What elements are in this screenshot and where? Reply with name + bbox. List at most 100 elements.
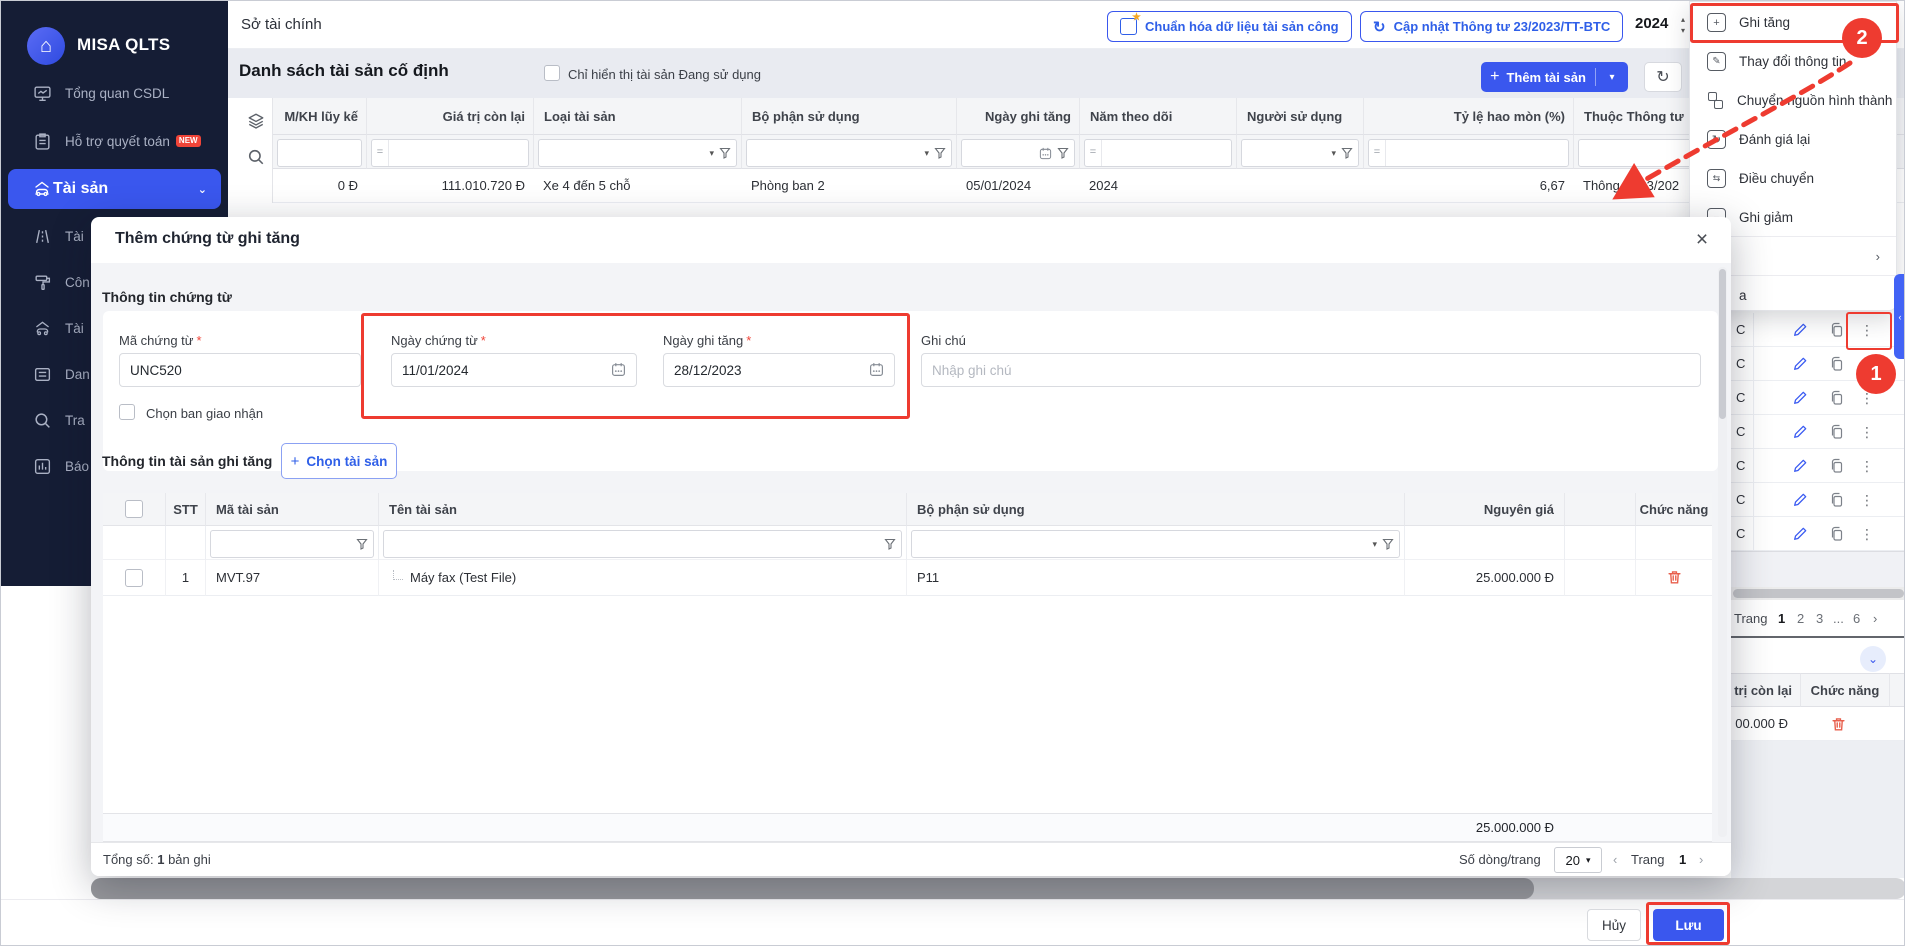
edit-pencil-icon[interactable] xyxy=(1791,321,1809,339)
column-header-increase-date[interactable]: Ngày ghi tăng xyxy=(956,98,1079,135)
scrollbar-thumb[interactable] xyxy=(1733,589,1904,598)
filter-input-depreciation[interactable]: = xyxy=(1368,139,1569,167)
search-icon[interactable] xyxy=(247,148,265,166)
scrollbar-thumb[interactable] xyxy=(1719,269,1726,419)
asset-row-cell[interactable]: 05/01/2024 xyxy=(956,169,1079,203)
delete-trash-icon[interactable] xyxy=(1829,715,1847,733)
filter-select-user[interactable]: ▾ xyxy=(1241,139,1359,167)
collapse-panel-button[interactable]: ⌄ xyxy=(1860,646,1886,672)
standardize-public-asset-button[interactable]: ★ Chuẩn hóa dữ liệu tài sản công xyxy=(1107,11,1352,42)
refresh-list-button[interactable]: ↻ xyxy=(1644,62,1682,92)
caret-down-icon[interactable]: ▾ xyxy=(709,148,714,159)
asset-row-cell[interactable]: 2024 xyxy=(1079,169,1236,203)
sidebar-item-settlement[interactable]: Hỗ trợ quyết toán NEW xyxy=(1,121,228,161)
copy-document-icon[interactable] xyxy=(1828,457,1846,475)
copy-document-icon[interactable] xyxy=(1828,321,1846,339)
asset-row-cell[interactable]: 0 Đ xyxy=(273,169,366,203)
choose-asset-button[interactable]: + Chọn tài sản xyxy=(281,443,397,479)
select-all-checkbox[interactable] xyxy=(125,500,143,518)
asset-row-cell[interactable] xyxy=(1236,169,1363,203)
detail-row[interactable]: 00.000 Đ xyxy=(1731,707,1905,741)
detail-column-actions[interactable]: Chức năng xyxy=(1800,673,1889,707)
table-row[interactable]: C ⋮ xyxy=(1731,313,1905,347)
modal-col-department[interactable]: Bộ phận sử dụng xyxy=(906,493,1404,526)
year-selector[interactable]: 2024 xyxy=(1635,15,1668,32)
asset-row-cell[interactable]: 111.010.720 Đ xyxy=(366,169,533,203)
save-button[interactable]: Lưu xyxy=(1653,909,1724,941)
edit-pencil-icon[interactable] xyxy=(1791,457,1809,475)
edit-pencil-icon[interactable] xyxy=(1791,389,1809,407)
equals-operator-icon[interactable]: = xyxy=(1369,140,1386,166)
filter-funnel-icon[interactable] xyxy=(719,147,731,159)
copy-document-icon[interactable] xyxy=(1828,491,1846,509)
equals-operator-icon[interactable]: = xyxy=(1085,140,1102,166)
note-input[interactable] xyxy=(921,353,1701,387)
caret-down-icon[interactable]: ▾ xyxy=(924,148,929,159)
update-circular-button[interactable]: ↻ Cập nhật Thông tư 23/2023/TT-BTC xyxy=(1360,11,1623,42)
modal-filter-asset-name[interactable] xyxy=(383,530,902,558)
add-asset-split-button[interactable]: + Thêm tài sản ▾ xyxy=(1481,62,1628,92)
modal-vertical-scrollbar[interactable] xyxy=(1718,267,1727,837)
column-header-hmkh[interactable]: M/KH lũy kế xyxy=(273,98,366,135)
filter-input-hmkh[interactable] xyxy=(277,139,362,167)
table-row[interactable]: C ⋮ xyxy=(1731,483,1905,517)
asset-row-cell[interactable]: 6,67 xyxy=(1363,169,1573,203)
column-header-tracking-year[interactable]: Năm theo dõi xyxy=(1079,98,1236,135)
increase-date-input[interactable] xyxy=(663,353,895,387)
row-asset-code[interactable]: MVT.97 xyxy=(205,560,378,596)
next-page-button[interactable]: › xyxy=(1873,611,1877,626)
filter-select-department[interactable]: ▾ xyxy=(746,139,952,167)
column-header-user[interactable]: Người sử dụng xyxy=(1236,98,1363,135)
filter-funnel-icon[interactable] xyxy=(356,538,368,550)
table-row[interactable]: C ⋮ xyxy=(1731,415,1905,449)
prev-page-button[interactable]: ‹ xyxy=(1613,852,1617,867)
rows-per-page-select[interactable]: 20 ▾ xyxy=(1554,847,1602,873)
modal-filter-asset-code[interactable] xyxy=(210,530,374,558)
filter-date-increase[interactable] xyxy=(961,139,1075,167)
filter-input-residual[interactable]: = xyxy=(371,139,529,167)
row-more-actions-button[interactable]: ⋮ xyxy=(1858,321,1876,339)
detail-column-residual[interactable]: trị còn lại xyxy=(1731,673,1800,707)
copy-document-icon[interactable] xyxy=(1828,389,1846,407)
sidebar-item-overview[interactable]: Tổng quan CSDL xyxy=(1,73,228,113)
menu-item-dieu-chuyen[interactable]: ⇆ Điều chuyển xyxy=(1690,159,1896,198)
menu-item-chuyen-nguon[interactable]: Chuyển nguồn hình thành xyxy=(1690,81,1896,120)
filter-select-asset-type[interactable]: ▾ xyxy=(538,139,737,167)
column-header-residual[interactable]: Giá trị còn lại xyxy=(366,98,533,135)
page-3-button[interactable]: 3 xyxy=(1816,611,1823,626)
row-more-actions-button[interactable]: ⋮ xyxy=(1858,423,1876,441)
edit-pencil-icon[interactable] xyxy=(1791,491,1809,509)
menu-item-danh-gia-lai[interactable]: ↻ Đánh giá lại xyxy=(1690,120,1896,159)
sidebar-item-assets-active[interactable]: Tài sản ⌄ xyxy=(8,169,221,209)
row-department[interactable]: P11 xyxy=(906,560,1404,596)
table-row[interactable]: C ⋮ xyxy=(1731,517,1905,551)
row-more-actions-button[interactable]: ⋮ xyxy=(1858,457,1876,475)
filter-funnel-icon[interactable] xyxy=(934,147,946,159)
edit-pencil-icon[interactable] xyxy=(1791,423,1809,441)
filter-funnel-icon[interactable] xyxy=(1057,147,1069,159)
close-icon[interactable]: × xyxy=(1689,227,1715,253)
copy-document-icon[interactable] xyxy=(1828,355,1846,373)
modal-col-asset-name[interactable]: Tên tài sản xyxy=(378,493,906,526)
page-2-button[interactable]: 2 xyxy=(1797,611,1804,626)
handover-checkbox[interactable] xyxy=(119,404,135,420)
calendar-icon[interactable] xyxy=(1039,147,1052,160)
page-horizontal-scrollbar-thumb[interactable] xyxy=(91,878,1534,899)
copy-document-icon[interactable] xyxy=(1828,525,1846,543)
delete-trash-icon[interactable] xyxy=(1667,570,1682,585)
modal-filter-department[interactable]: ▾ xyxy=(911,530,1400,558)
asset-row-cell[interactable]: Phòng ban 2 xyxy=(741,169,956,203)
filter-funnel-icon[interactable] xyxy=(884,538,896,550)
copy-document-icon[interactable] xyxy=(1828,423,1846,441)
modal-col-original-price[interactable]: Nguyên giá xyxy=(1404,493,1564,526)
column-header-depreciation-rate[interactable]: Tỷ lệ hao mòn (%) xyxy=(1363,98,1573,135)
doc-date-input[interactable] xyxy=(391,353,637,387)
column-header-asset-type[interactable]: Loại tài sản xyxy=(533,98,741,135)
equals-operator-icon[interactable]: = xyxy=(372,140,389,166)
row-checkbox[interactable] xyxy=(125,569,143,587)
year-stepper[interactable]: ▴ ▾ xyxy=(1677,14,1689,36)
caret-down-icon[interactable]: ▾ xyxy=(1372,539,1377,550)
filter-funnel-icon[interactable] xyxy=(1382,538,1394,550)
caret-down-icon[interactable]: ▾ xyxy=(1331,148,1336,159)
filter-funnel-icon[interactable] xyxy=(1341,147,1353,159)
